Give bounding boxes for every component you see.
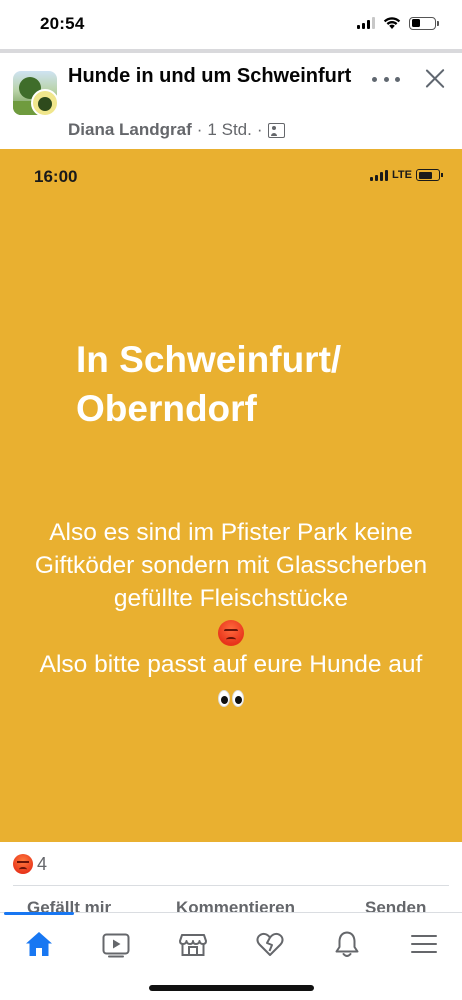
reactions-summary[interactable]: 4 bbox=[0, 842, 462, 886]
close-icon[interactable] bbox=[424, 67, 446, 89]
meta-separator: · bbox=[196, 120, 203, 139]
angry-emoji-icon bbox=[218, 619, 244, 646]
post-author[interactable]: Diana Landgraf bbox=[68, 120, 192, 140]
eyes-emoji-icon bbox=[218, 690, 244, 708]
post-image[interactable]: 16:00 LTE In Schweinfurt/ Oberndorf Also… bbox=[0, 149, 462, 842]
story-status-icons: LTE bbox=[370, 169, 443, 181]
status-time: 20:54 bbox=[40, 14, 85, 33]
story-status-time: 16:00 bbox=[34, 167, 78, 186]
dating-heart-icon[interactable] bbox=[255, 929, 285, 959]
home-icon[interactable] bbox=[24, 929, 54, 959]
video-icon[interactable] bbox=[101, 929, 131, 959]
bell-icon[interactable] bbox=[332, 929, 362, 959]
story-body: Also es sind im Pfister Park keine Giftk… bbox=[16, 516, 446, 714]
meta-separator: · bbox=[256, 120, 263, 139]
status-bar: 20:54 bbox=[0, 0, 462, 50]
post-header: Hunde in und um Schweinfurt Diana Landgr… bbox=[0, 53, 462, 149]
wifi-icon bbox=[383, 17, 401, 29]
post-meta: Diana Landgraf · 1 Std. · bbox=[68, 120, 285, 140]
angry-reaction-icon bbox=[13, 854, 33, 874]
reaction-count: 4 bbox=[37, 854, 48, 874]
group-audience-icon bbox=[267, 122, 285, 138]
active-tab-indicator bbox=[4, 912, 74, 915]
home-indicator[interactable] bbox=[149, 985, 314, 991]
group-title[interactable]: Hunde in und um Schweinfurt bbox=[68, 63, 368, 90]
story-signal-icon bbox=[370, 169, 389, 181]
bottom-tab-bar bbox=[0, 912, 462, 1000]
more-dots-icon[interactable] bbox=[372, 69, 400, 89]
post-time[interactable]: 1 Std. bbox=[207, 120, 251, 140]
story-headline: In Schweinfurt/ Oberndorf bbox=[76, 339, 342, 429]
battery-icon bbox=[409, 16, 439, 30]
status-icons bbox=[357, 16, 439, 30]
menu-icon[interactable] bbox=[409, 929, 439, 959]
story-body-text-2: Also bitte passt auf eure Hunde auf bbox=[39, 651, 423, 678]
post-actions: Gefällt mir Kommentieren Senden bbox=[0, 886, 462, 914]
story-network-label: LTE bbox=[392, 169, 412, 181]
cellular-signal-icon bbox=[357, 17, 375, 29]
story-body-text-1: Also es sind im Pfister Park keine Giftk… bbox=[34, 519, 428, 612]
marketplace-icon[interactable] bbox=[178, 929, 208, 959]
author-avatar[interactable] bbox=[31, 89, 59, 117]
story-battery-icon bbox=[416, 169, 443, 181]
